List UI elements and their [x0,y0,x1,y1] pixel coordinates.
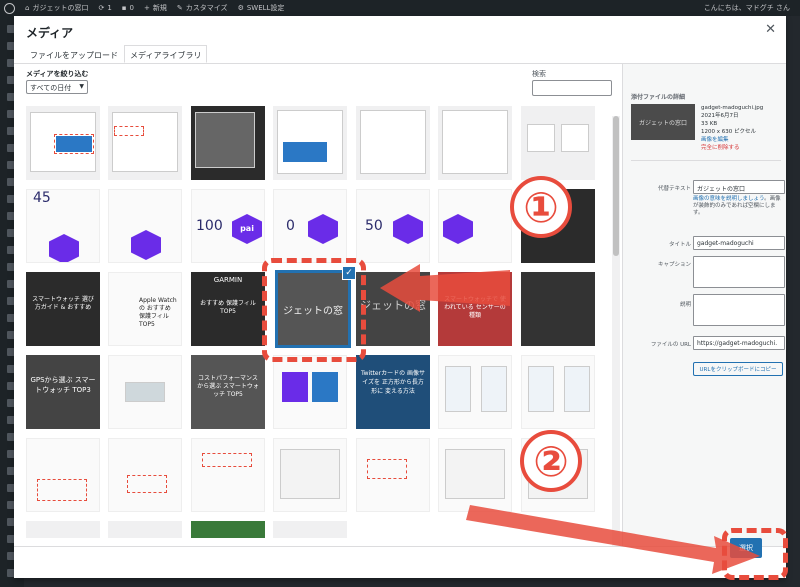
step-2-marker: ② [520,430,582,492]
annotation-arrows [380,264,760,574]
arrow-1-shape [380,264,510,312]
arrow-2-shape [466,505,760,574]
select-button-highlight [722,528,788,580]
step-1-marker: ① [510,176,572,238]
selection-highlight [262,258,366,362]
